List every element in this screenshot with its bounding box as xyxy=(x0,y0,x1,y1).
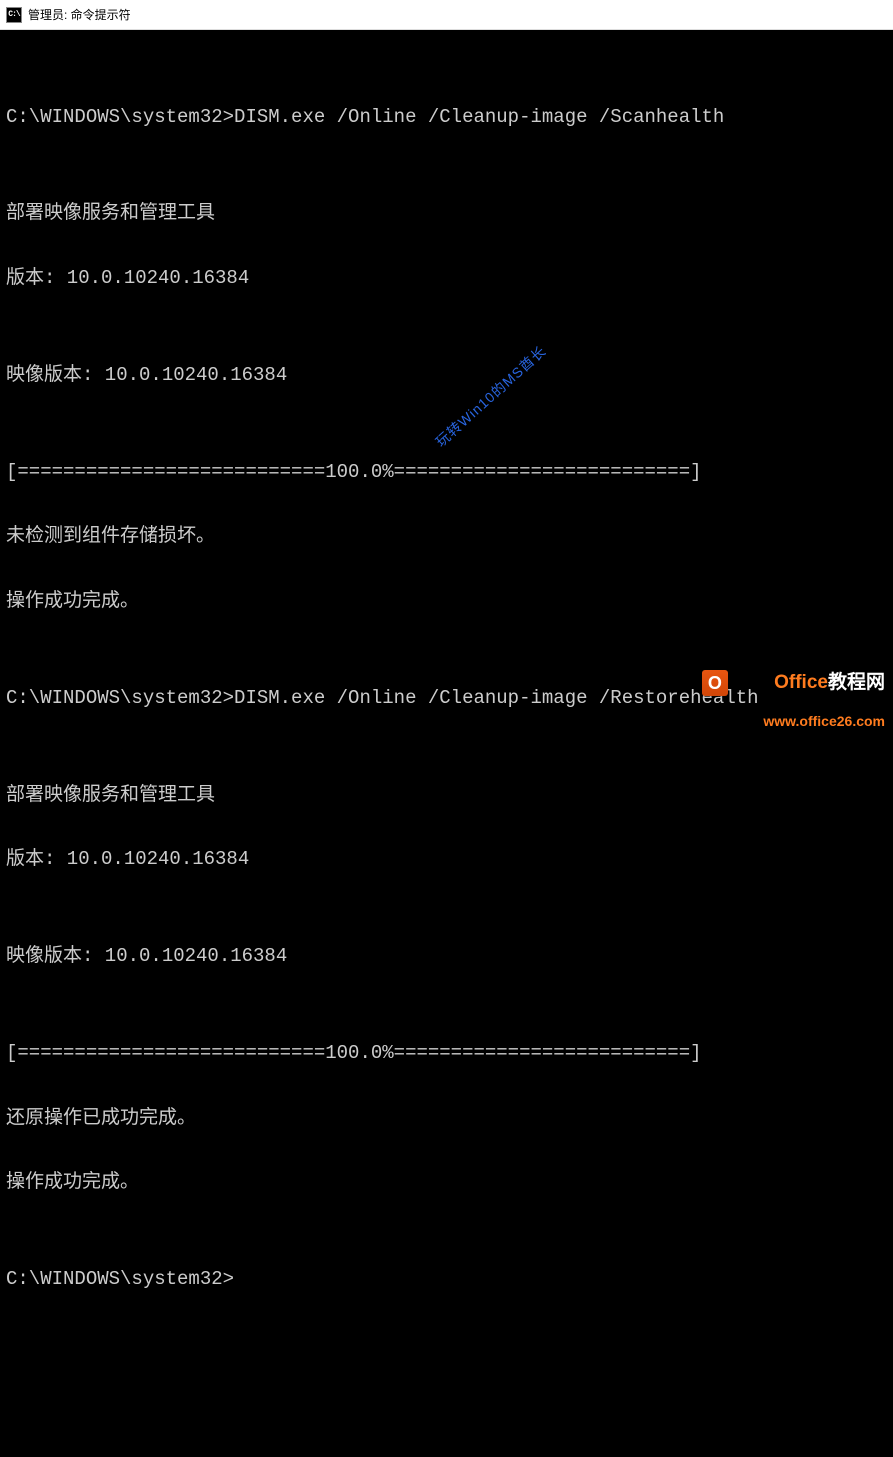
terminal-line: 还原操作已成功完成。 xyxy=(6,1102,890,1134)
terminal-line: 部署映像服务和管理工具 xyxy=(6,779,890,811)
window-title: 管理员: 命令提示符 xyxy=(28,6,131,23)
terminal-line: [===========================100.0%======… xyxy=(6,456,890,488)
terminal-prompt-line: C:\WINDOWS\system32> xyxy=(6,1263,890,1295)
terminal-line: 映像版本: 10.0.10240.16384 xyxy=(6,359,890,391)
terminal-line: C:\WINDOWS\system32>DISM.exe /Online /Cl… xyxy=(6,101,890,133)
logo-brand-prefix: Office xyxy=(774,672,828,693)
terminal-line: 版本: 10.0.10240.16384 xyxy=(6,262,890,294)
logo-url: www.office26.com xyxy=(763,714,885,729)
terminal-body[interactable]: C:\WINDOWS\system32>DISM.exe /Online /Cl… xyxy=(0,30,893,735)
logo-brand-suffix: 教程网 xyxy=(828,672,885,693)
window-titlebar: C:\ 管理员: 命令提示符 xyxy=(0,0,893,30)
terminal-prompt: C:\WINDOWS\system32> xyxy=(6,1268,234,1290)
terminal-line: 操作成功完成。 xyxy=(6,1166,890,1198)
terminal-line: 映像版本: 10.0.10240.16384 xyxy=(6,940,890,972)
office-logo-icon: O xyxy=(702,670,728,696)
logo-text: Office教程网 xyxy=(732,654,885,714)
terminal-line: 版本: 10.0.10240.16384 xyxy=(6,843,890,875)
site-logo-badge: O Office教程网 www.office26.com xyxy=(702,654,885,730)
terminal-line: 未检测到组件存储损坏。 xyxy=(6,520,890,552)
terminal-line: 部署映像服务和管理工具 xyxy=(6,197,890,229)
terminal-line: 操作成功完成。 xyxy=(6,585,890,617)
terminal-line: [===========================100.0%======… xyxy=(6,1037,890,1069)
cmd-icon: C:\ xyxy=(6,7,22,23)
watermark-text: 玩转Win10的MS酋长 xyxy=(430,340,552,453)
